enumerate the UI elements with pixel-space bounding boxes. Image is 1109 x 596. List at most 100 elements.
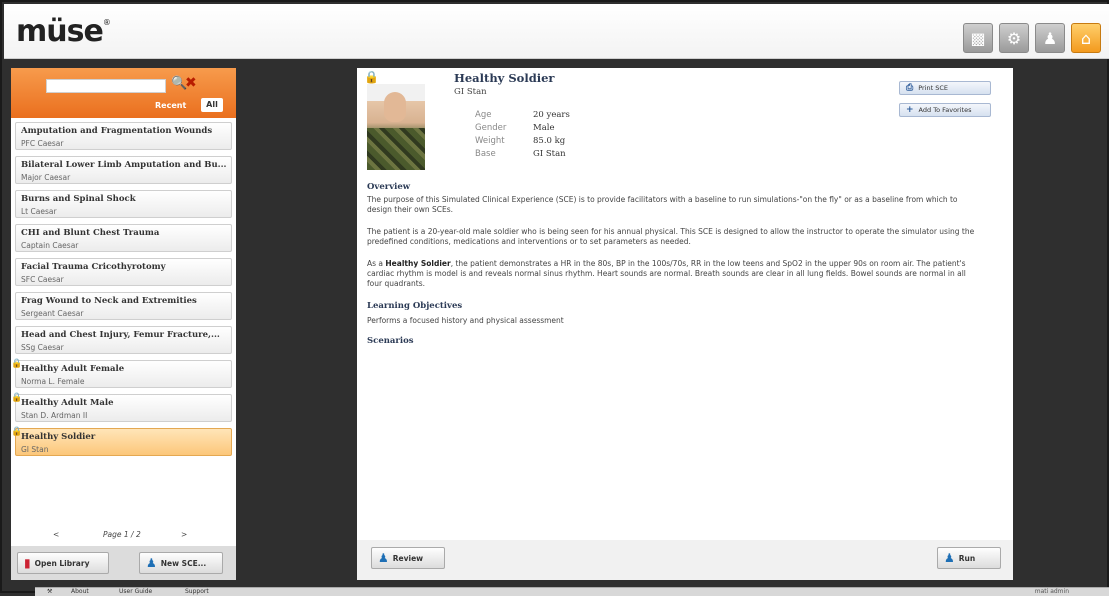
new-sce-button[interactable]: ♟ New SCE... xyxy=(139,552,223,574)
list-item[interactable]: Amputation and Fragmentation Wounds PFC … xyxy=(15,122,232,150)
user-icon[interactable]: ♟ xyxy=(1035,23,1065,53)
sce-detail-panel: 🔒 Healthy Soldier GI Stan Age 20 years Ge… xyxy=(357,68,1013,580)
list-item-selected[interactable]: 🔒 Healthy Soldier GI Stan xyxy=(11,427,232,456)
lock-icon: 🔒 xyxy=(11,359,23,369)
add-to-favorites-label: Add To Favorites xyxy=(918,106,972,114)
attr-label: Age xyxy=(475,110,492,120)
list-item-title: Healthy Adult Female xyxy=(21,364,125,374)
list-item-title: Healthy Soldier xyxy=(21,432,96,442)
detail-footer: ♟ Review ♟ Run xyxy=(357,540,1013,580)
muse-logo: müse® xyxy=(16,14,111,49)
patient-subtitle: GI Stan xyxy=(454,87,487,97)
support-link[interactable]: Support xyxy=(185,588,209,595)
patient-attributes: Age 20 years Gender Male Weight 85.0 kg Bas… xyxy=(475,109,570,161)
attr-value: GI Stan xyxy=(533,149,566,159)
current-user[interactable]: mati admin xyxy=(1035,588,1069,595)
head-shape xyxy=(384,92,406,122)
learning-objectives-heading: Learning Objectives xyxy=(367,301,463,311)
review-button[interactable]: ♟ Review xyxy=(371,547,445,569)
add-to-favorites-button[interactable]: + Add To Favorites xyxy=(899,103,991,117)
list-item-subtitle: Captain Caesar xyxy=(21,241,79,250)
tab-all[interactable]: All xyxy=(201,98,223,112)
home-icon[interactable]: ⌂ xyxy=(1071,23,1101,53)
printer-icon: ⎙ xyxy=(906,83,914,93)
attr-row: Age 20 years xyxy=(475,109,570,122)
run-button[interactable]: ♟ Run xyxy=(937,547,1001,569)
sce-list: Amputation and Fragmentation Wounds PFC … xyxy=(11,122,236,462)
list-item-subtitle: Sergeant Caesar xyxy=(21,309,84,318)
attr-value: 20 years xyxy=(533,110,570,120)
open-library-label: Open Library xyxy=(34,558,90,568)
list-item[interactable]: Facial Trauma Cricothyrotomy SFC Caesar xyxy=(15,258,232,286)
list-item-subtitle: PFC Caesar xyxy=(21,139,64,148)
attr-value: 85.0 kg xyxy=(533,136,566,146)
attr-label: Base xyxy=(475,149,496,159)
next-page-button[interactable]: > xyxy=(181,530,187,539)
list-item-subtitle: GI Stan xyxy=(21,445,49,454)
print-sce-label: Print SCE xyxy=(918,84,948,92)
gear-icon[interactable]: ⚙ xyxy=(999,23,1029,53)
attr-row: Weight 85.0 kg xyxy=(475,135,570,148)
sidebar-search-bar: 🔍 ✖ Recent All xyxy=(11,68,236,118)
attr-label: Weight xyxy=(475,136,505,146)
lock-icon: 🔒 xyxy=(11,393,23,403)
list-item-subtitle: Lt Caesar xyxy=(21,207,57,216)
tab-recent[interactable]: Recent xyxy=(155,101,186,110)
search-input[interactable] xyxy=(46,79,166,93)
lock-icon: 🔒 xyxy=(11,427,23,437)
list-item-subtitle: Norma L. Female xyxy=(21,377,85,386)
new-sce-icon: ♟ xyxy=(146,556,157,570)
list-item-title: Head and Chest Injury, Femur Fracture,..… xyxy=(21,330,220,340)
bottom-taskbar: ⚒ About User Guide Support mati admin xyxy=(35,587,1109,596)
list-item-title: Bilateral Lower Limb Amputation and Bu..… xyxy=(21,160,226,170)
about-link[interactable]: About xyxy=(71,588,89,595)
overview-heading: Overview xyxy=(367,182,411,192)
run-label: Run xyxy=(958,553,976,563)
wrench-icon[interactable]: ⚒ xyxy=(47,588,52,595)
clipboard-icon[interactable]: ▩ xyxy=(963,23,993,53)
review-icon: ♟ xyxy=(378,551,389,565)
overview-paragraph-2: The patient is a 20-year-old male soldie… xyxy=(367,227,975,246)
overview-paragraph-1: The purpose of this Simulated Clinical E… xyxy=(367,195,958,214)
print-sce-button[interactable]: ⎙ Print SCE xyxy=(899,81,991,95)
prev-page-button[interactable]: < xyxy=(53,530,59,539)
list-item-title: Burns and Spinal Shock xyxy=(21,194,136,204)
review-label: Review xyxy=(392,553,424,563)
list-item-title: Facial Trauma Cricothyrotomy xyxy=(21,262,166,272)
list-item[interactable]: Head and Chest Injury, Femur Fracture,..… xyxy=(15,326,232,354)
list-item[interactable]: 🔒 Healthy Adult Female Norma L. Female xyxy=(11,359,232,388)
list-item[interactable]: Burns and Spinal Shock Lt Caesar xyxy=(15,190,232,218)
new-sce-label: New SCE... xyxy=(160,558,207,568)
patient-name: Healthy Soldier xyxy=(454,71,555,85)
header-toolbar: ▩ ⚙ ♟ ⌂ xyxy=(963,23,1101,53)
pagination: < Page 1 / 2 > xyxy=(11,530,236,544)
page-indicator: Page 1 / 2 xyxy=(103,530,141,539)
list-item-title: CHI and Blunt Chest Trauma xyxy=(21,228,160,238)
run-icon: ♟ xyxy=(944,551,955,565)
list-item-subtitle: SSg Caesar xyxy=(21,343,64,352)
lock-icon: 🔒 xyxy=(364,70,379,84)
user-guide-link[interactable]: User Guide xyxy=(119,588,152,595)
list-item-subtitle: Major Caesar xyxy=(21,173,71,182)
learning-objectives-text: Performs a focused history and physical … xyxy=(367,316,564,325)
sidebar-footer: ▮ Open Library ♟ New SCE... xyxy=(11,546,236,580)
overview-paragraph-3: As a Healthy Soldier, the patient demons… xyxy=(367,259,966,288)
attr-value: Male xyxy=(533,123,555,133)
sce-sidebar: 🔍 ✖ Recent All Amputation and Fragmentat… xyxy=(11,68,236,580)
scenarios-heading: Scenarios xyxy=(367,336,414,346)
attr-label: Gender xyxy=(475,123,507,133)
attr-row: Base GI Stan xyxy=(475,148,570,161)
library-icon: ▮ xyxy=(24,556,31,570)
list-item[interactable]: Bilateral Lower Limb Amputation and Bu..… xyxy=(15,156,232,184)
list-item[interactable]: 🔒 Healthy Adult Male Stan D. Ardman II xyxy=(11,393,232,422)
app-header: müse® ▩ ⚙ ♟ ⌂ xyxy=(4,4,1109,59)
open-library-button[interactable]: ▮ Open Library xyxy=(17,552,109,574)
list-item[interactable]: Frag Wound to Neck and Extremities Serge… xyxy=(15,292,232,320)
plus-icon: + xyxy=(906,105,914,115)
clear-search-icon[interactable]: ✖ xyxy=(185,75,197,91)
list-item-title: Healthy Adult Male xyxy=(21,398,114,408)
list-item[interactable]: CHI and Blunt Chest Trauma Captain Caesa… xyxy=(15,224,232,252)
app-frame: müse® ▩ ⚙ ♟ ⌂ 🔍 ✖ Recent All Amputation … xyxy=(0,0,1109,596)
uniform-shape xyxy=(367,128,425,170)
patient-photo xyxy=(367,84,425,170)
